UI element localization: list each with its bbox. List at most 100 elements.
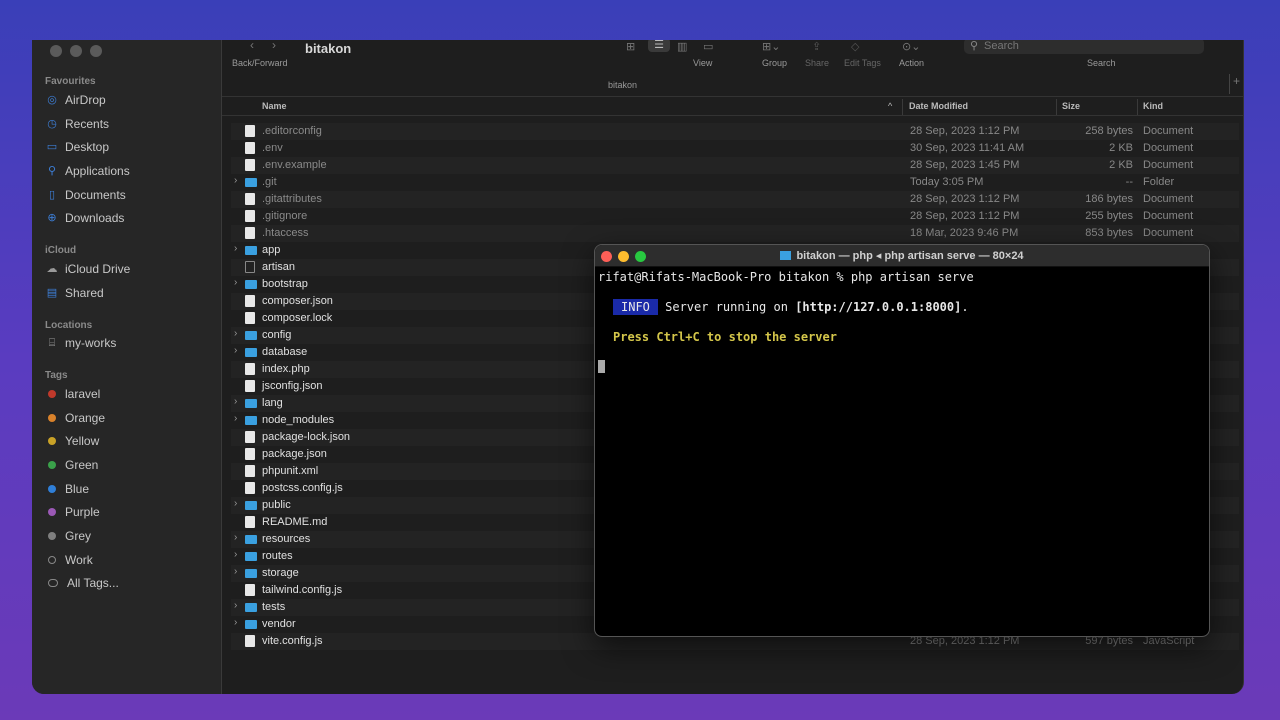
file-row[interactable]: .env 30 Sep, 2023 11:41 AM 2 KB Document — [231, 140, 1239, 157]
document-icon — [245, 125, 255, 137]
sort-chevron-icon[interactable]: ^ — [888, 101, 892, 111]
document-icon — [245, 380, 255, 392]
sidebar-item-label: Work — [65, 553, 93, 567]
disclosure-chevron-icon[interactable]: › — [234, 413, 237, 424]
disclosure-chevron-icon[interactable]: › — [234, 617, 237, 628]
file-name: vendor — [262, 618, 296, 630]
file-row[interactable]: .env.example 28 Sep, 2023 1:45 PM 2 KB Docu… — [231, 157, 1239, 174]
sidebar-item-icloud-drive[interactable]: ☁ iCloud Drive — [45, 260, 131, 278]
sidebar-tag-all-tags[interactable]: All Tags... — [45, 574, 119, 592]
download-icon: ⊕ — [47, 212, 57, 224]
folder-icon — [245, 552, 257, 561]
disclosure-chevron-icon[interactable]: › — [234, 277, 237, 288]
column-header-size[interactable]: Size — [1062, 101, 1080, 111]
forward-icon[interactable]: › — [272, 40, 276, 52]
sidebar-item-downloads[interactable]: ⊕ Downloads — [45, 209, 124, 227]
sidebar-tag-yellow[interactable]: Yellow — [45, 432, 99, 450]
sidebar-item-my-works[interactable]: ⌸ my-works — [45, 334, 117, 352]
file-date: 28 Sep, 2023 1:12 PM — [910, 193, 1020, 205]
file-name: bootstrap — [262, 278, 308, 290]
group-icon[interactable]: ⊞⌄ — [762, 40, 780, 53]
clock-icon: ◷ — [47, 118, 57, 130]
gallery-view-icon[interactable]: ▭ — [703, 40, 713, 53]
file-kind: Document — [1143, 125, 1194, 137]
file-row[interactable]: .editorconfig 28 Sep, 2023 1:12 PM 258 byt… — [231, 123, 1239, 140]
back-icon[interactable]: ‹ — [250, 40, 254, 52]
disclosure-chevron-icon[interactable]: › — [234, 600, 237, 611]
sidebar-item-label: Grey — [65, 529, 92, 543]
tag-icon[interactable]: ◇ — [851, 40, 859, 53]
document-icon — [245, 431, 255, 443]
disclosure-chevron-icon[interactable]: › — [234, 396, 237, 407]
path-bar: bitakon — [607, 80, 638, 90]
sidebar-tag-laravel[interactable]: laravel — [45, 385, 100, 403]
server-url[interactable]: [http://127.0.0.1:8000] — [795, 300, 961, 314]
disclosure-chevron-icon[interactable]: › — [234, 243, 237, 254]
disclosure-chevron-icon[interactable]: › — [234, 175, 237, 186]
column-view-icon[interactable]: ▥ — [677, 40, 687, 53]
close-button[interactable] — [50, 45, 62, 57]
file-name: database — [262, 346, 308, 358]
file-row[interactable]: .htaccess 18 Mar, 2023 9:46 PM 853 bytes Do… — [231, 225, 1239, 242]
tag-dot-icon — [48, 556, 56, 564]
zoom-button[interactable] — [90, 45, 102, 57]
sidebar-item-recents[interactable]: ◷ Recents — [45, 115, 109, 133]
disclosure-chevron-icon[interactable]: › — [234, 549, 237, 560]
disclosure-chevron-icon[interactable]: › — [234, 328, 237, 339]
sidebar-item-airdrop[interactable]: ◎ AirDrop — [45, 91, 106, 109]
terminal-title-text: bitakon — php ◂ php artisan serve — 80×2… — [796, 250, 1024, 262]
sidebar-tag-work[interactable]: Work — [45, 551, 93, 569]
sidebar-tag-purple[interactable]: Purple — [45, 503, 100, 521]
file-name: postcss.config.js — [262, 482, 343, 494]
file-kind: Document — [1143, 227, 1194, 239]
terminal-content[interactable]: rifat@Rifats-MacBook-Pro bitakon % php a… — [595, 267, 1209, 636]
file-kind: Document — [1143, 159, 1194, 171]
file-row[interactable]: .gitignore 28 Sep, 2023 1:12 PM 255 bytes D… — [231, 208, 1239, 225]
folder-icon — [245, 416, 257, 425]
file-date: 30 Sep, 2023 11:41 AM — [910, 142, 1025, 154]
minimize-button[interactable] — [70, 45, 82, 57]
sidebar-item-label: Downloads — [65, 211, 125, 225]
folder-icon — [245, 620, 257, 629]
file-name: config — [262, 329, 292, 341]
file-row[interactable]: › .git Today 3:05 PM -- Folder — [231, 174, 1239, 191]
list-view-icon[interactable]: ☰ — [648, 40, 670, 52]
terminal-prompt-line: rifat@Rifats-MacBook-Pro bitakon % php a… — [598, 270, 974, 284]
share-icon[interactable]: ⇪ — [812, 40, 821, 53]
sidebar-item-applications[interactable]: ⚲ Applications — [45, 162, 130, 180]
search-input[interactable]: ⚲ Search — [964, 40, 1204, 54]
column-header-name[interactable]: Name — [262, 101, 287, 111]
action-icon[interactable]: ⊙⌄ — [902, 40, 920, 53]
file-name: .git — [262, 176, 277, 188]
file-name: package-lock.json — [262, 431, 351, 443]
file-date: 18 Mar, 2023 9:46 PM — [910, 227, 1019, 239]
sidebar-item-label: All Tags... — [67, 576, 119, 590]
sidebar-item-label: Orange — [65, 411, 106, 425]
column-header-date[interactable]: Date Modified — [909, 101, 968, 111]
sidebar-tag-orange[interactable]: Orange — [45, 409, 105, 427]
grid-view-icon[interactable]: ⊞ — [626, 40, 635, 53]
disclosure-chevron-icon[interactable]: › — [234, 566, 237, 577]
column-header-kind[interactable]: Kind — [1143, 101, 1163, 111]
disclosure-chevron-icon[interactable]: › — [234, 345, 237, 356]
sidebar-item-label: Green — [65, 458, 99, 472]
file-date: 28 Sep, 2023 1:12 PM — [910, 125, 1020, 137]
document-icon — [245, 516, 255, 528]
tag-dot-icon — [48, 437, 56, 445]
folder-icon — [780, 251, 792, 260]
sidebar-item-desktop[interactable]: ▭ Desktop — [45, 138, 109, 156]
disclosure-chevron-icon[interactable]: › — [234, 498, 237, 509]
add-tab-icon[interactable]: + — [1229, 74, 1243, 94]
file-row[interactable]: .gitattributes 28 Sep, 2023 1:12 PM 186 by… — [231, 191, 1239, 208]
sidebar-tag-green[interactable]: Green — [45, 456, 98, 474]
file-name: package.json — [262, 448, 327, 460]
sidebar-item-label: Desktop — [65, 140, 110, 154]
disclosure-chevron-icon[interactable]: › — [234, 532, 237, 543]
sidebar-tag-blue[interactable]: Blue — [45, 480, 89, 498]
search-label: Search — [1087, 58, 1116, 68]
sidebar-item-shared[interactable]: ▤ Shared — [45, 284, 104, 302]
sidebar-tag-grey[interactable]: Grey — [45, 527, 91, 545]
tag-dot-icon — [48, 390, 56, 398]
sidebar-item-documents[interactable]: ▯ Documents — [45, 186, 126, 204]
tag-dot-icon — [48, 485, 56, 493]
